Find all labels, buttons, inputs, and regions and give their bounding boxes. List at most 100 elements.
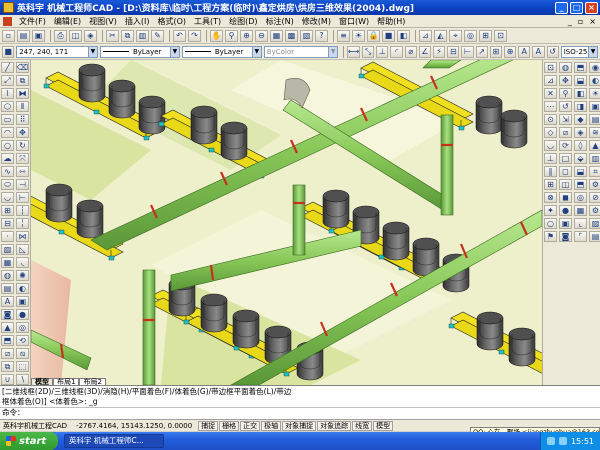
scene-icon[interactable]: ▣ (589, 101, 600, 112)
lock-icon[interactable]: 🔒 (367, 29, 380, 42)
3d-orbit-icon[interactable]: ◍ (559, 62, 572, 73)
polar-toggle[interactable]: 极轴 (261, 420, 282, 431)
lineweight-toggle[interactable]: 线宽 (352, 420, 373, 431)
mech-tool-5-icon[interactable]: ⊞ (479, 29, 492, 42)
slice-icon[interactable]: ⧄ (1, 348, 14, 359)
match-properties-icon[interactable]: ✎ (151, 29, 164, 42)
3d-swivel-icon[interactable]: ↺ (559, 101, 572, 112)
menu-file[interactable]: 文件(F) (15, 16, 50, 27)
gradient-icon[interactable]: ▦ (1, 257, 14, 268)
construction-line-icon[interactable]: ⤢ (1, 75, 14, 86)
shade-hidden-icon[interactable]: ◫ (559, 179, 572, 190)
zoom-window-icon[interactable]: ⊕ (240, 29, 253, 42)
tool-palettes-icon[interactable]: ▧ (300, 29, 313, 42)
clock[interactable]: 15:51 (571, 437, 594, 446)
save-icon[interactable]: ▣ (32, 29, 45, 42)
chevron-down-icon[interactable]: ▼ (169, 46, 179, 57)
zoom-previous-icon[interactable]: ⊖ (255, 29, 268, 42)
chamfer-icon[interactable]: ◺ (16, 244, 29, 255)
ellipse-arc-icon[interactable]: ◡ (1, 192, 14, 203)
3d-model-view[interactable] (31, 60, 542, 385)
snap-parallel-icon[interactable]: ∥ (544, 166, 557, 177)
maximize-button[interactable]: □ (570, 1, 583, 14)
dim-continue-icon[interactable]: ⊢ (461, 45, 474, 58)
view-front-icon[interactable]: ⬓ (574, 75, 587, 86)
close-button[interactable]: × (585, 1, 598, 14)
snap-quadrant-icon[interactable]: ◇ (544, 127, 557, 138)
break-icon[interactable]: ╎ (16, 218, 29, 229)
coordinate-readout[interactable]: -2767.4164, 15143.1250, 0.0000 (70, 422, 198, 430)
solid-cone-icon[interactable]: ▲ (1, 322, 14, 333)
hatch-icon[interactable]: ▨ (1, 244, 14, 255)
line-icon[interactable]: ╱ (1, 62, 14, 73)
mech-tool-1-icon[interactable]: ⊿ (419, 29, 432, 42)
snap-node-icon[interactable]: ⊗ (544, 192, 557, 203)
otrack-toggle[interactable]: 对象追踪 (317, 420, 352, 431)
snap-insert-icon[interactable]: ⊞ (544, 179, 557, 190)
background-icon[interactable]: ▤ (589, 114, 600, 125)
network-icon[interactable] (546, 437, 555, 445)
snap-endpoint-icon[interactable]: ⊡ (544, 62, 557, 73)
shade-3d-icon[interactable]: ◻ (559, 166, 572, 177)
dim-baseline-icon[interactable]: ⊟ (447, 45, 460, 58)
undo-icon[interactable]: ↶ (173, 29, 186, 42)
dim-text-edit-icon[interactable]: A (532, 45, 545, 58)
view-nw-iso-icon[interactable]: ⬙ (574, 153, 587, 164)
dim-quick-icon[interactable]: ⚡ (433, 45, 446, 58)
fog-icon[interactable]: ≋ (589, 127, 600, 138)
chevron-down-icon[interactable]: ▼ (328, 46, 338, 57)
dim-diameter-icon[interactable]: ⌀ (404, 45, 417, 58)
setup-view-icon[interactable]: ⬚ (16, 361, 29, 372)
point-icon[interactable]: · (1, 231, 14, 242)
layer-color-swatch-icon[interactable]: ■ (2, 45, 15, 58)
grid-toggle[interactable]: 栅格 (219, 420, 240, 431)
start-button[interactable]: start (0, 432, 58, 450)
copy-object-icon[interactable]: ⧉ (16, 75, 29, 86)
solid-box-icon[interactable]: ▣ (16, 296, 29, 307)
shade-2d-icon[interactable]: □ (559, 153, 572, 164)
view-bottom-icon[interactable]: ⬓ (574, 166, 587, 177)
shade-gouraud-edges-icon[interactable]: ◙ (559, 231, 572, 242)
ortho-toggle[interactable]: 正交 (240, 420, 261, 431)
union-icon[interactable]: ∪ (1, 374, 14, 385)
3d-clip-icon[interactable]: ⧄ (559, 127, 572, 138)
design-center-icon[interactable]: ▩ (285, 29, 298, 42)
view-back-icon[interactable]: ⬒ (574, 179, 587, 190)
lineweight-combo[interactable]: ByLayer ▼ (181, 45, 262, 58)
mech-tool-6-icon[interactable]: ⊡ (494, 29, 507, 42)
shade-flat-edges-icon[interactable]: ▣ (559, 218, 572, 229)
move-icon[interactable]: ✥ (16, 127, 29, 138)
landscape-icon[interactable]: ▲ (589, 140, 600, 151)
minimize-button[interactable]: _ (555, 1, 568, 14)
cut-icon[interactable]: ✂ (106, 29, 119, 42)
zoom-realtime-icon[interactable]: ⚲ (225, 29, 238, 42)
mech-standard-icon[interactable]: ▨ (589, 218, 600, 229)
mirror-icon[interactable]: ⧓ (16, 88, 29, 99)
solid-cylinder-icon[interactable]: ◙ (1, 309, 14, 320)
copy-icon[interactable]: ⧉ (121, 29, 134, 42)
break-point-icon[interactable]: ┆ (16, 205, 29, 216)
menu-modify[interactable]: 修改(M) (298, 16, 335, 27)
render-prefs-icon[interactable]: ⚙ (589, 179, 600, 190)
mech-tool-3-icon[interactable]: ⌖ (449, 29, 462, 42)
snap-nearest-icon[interactable]: ✦ (544, 205, 557, 216)
trim-icon[interactable]: ⊣ (16, 179, 29, 190)
publish-icon[interactable]: ◈ (84, 29, 97, 42)
properties-icon[interactable]: ▦ (270, 29, 283, 42)
dim-ordinate-icon[interactable]: ⊥ (376, 45, 389, 58)
osnap-toggle[interactable]: 对象捕捉 (282, 420, 317, 431)
mapping-icon[interactable]: ⌗ (589, 166, 600, 177)
fillet-icon[interactable]: ◟ (16, 257, 29, 268)
linetype-combo[interactable]: ByLayer ▼ (99, 45, 180, 58)
view-top-icon[interactable]: ⬒ (574, 62, 587, 73)
menu-draw[interactable]: 绘图(D) (225, 16, 261, 27)
command-input[interactable]: 命令： (0, 407, 600, 418)
solid-sphere-icon[interactable]: ● (16, 309, 29, 320)
menu-insert[interactable]: 插入(I) (121, 16, 154, 27)
doc-minimize-button[interactable]: _ (568, 17, 572, 26)
dim-aligned-icon[interactable]: ⤡ (362, 45, 375, 58)
camera-icon[interactable]: ◎ (574, 192, 587, 203)
app-icon[interactable] (3, 2, 14, 13)
erase-icon[interactable]: ⌫ (16, 62, 29, 73)
revision-cloud-icon[interactable]: ☁ (1, 153, 14, 164)
